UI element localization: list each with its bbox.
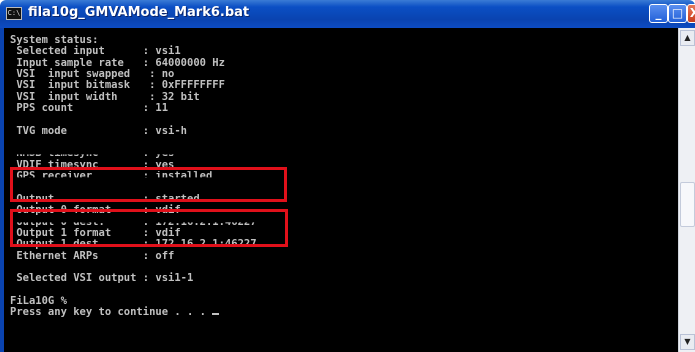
console-line: PPS count : 11 <box>10 102 169 115</box>
vertical-scrollbar[interactable]: ▲ ▼ <box>678 28 695 352</box>
scrollbar-thumb[interactable] <box>680 182 695 227</box>
window-title: fila10g_GMVAMode_Mark6.bat <box>28 5 250 20</box>
console-icon[interactable]: C:\ <box>6 7 22 20</box>
highlight-box-output <box>10 209 288 247</box>
title-bar[interactable]: C:\ fila10g_GMVAMode_Mark6.bat _ □ X <box>0 0 695 28</box>
maximize-button[interactable]: □ <box>668 4 687 23</box>
console-line: Selected input : vsi1 <box>10 45 181 58</box>
highlight-box-timesync <box>10 167 287 202</box>
minimize-button[interactable]: _ <box>649 4 668 23</box>
text-cursor <box>212 313 220 316</box>
console-window: C:\ fila10g_GMVAMode_Mark6.bat _ □ X Sys… <box>0 0 695 352</box>
scroll-up-icon[interactable]: ▲ <box>680 30 695 46</box>
console-line-obscured: NMSB timesync : yes <box>10 147 175 160</box>
close-button[interactable]: X <box>687 4 695 23</box>
console-line: Selected VSI output : vsi1-1 <box>10 272 194 285</box>
console-line-prompt-continue: Press any key to continue . . . <box>10 307 257 318</box>
console-line: Ethernet ARPs : off <box>10 249 175 262</box>
scroll-down-icon[interactable]: ▼ <box>680 334 695 350</box>
console-line: TVG mode : vsi-h <box>10 124 188 137</box>
continue-text: Press any key to continue . . . <box>10 306 213 319</box>
